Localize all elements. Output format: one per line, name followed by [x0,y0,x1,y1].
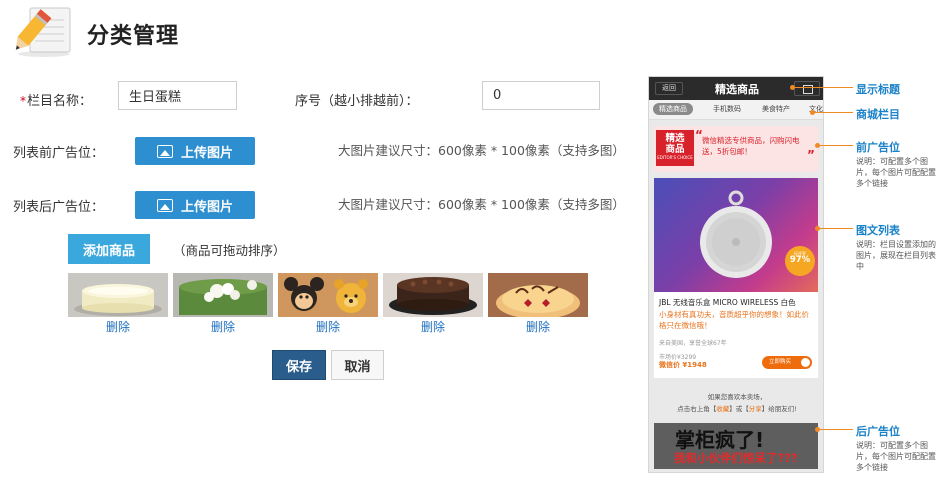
delete-product-link[interactable]: 删除 [383,318,483,335]
annotation-post-ad-desc: 说明：可配置多个图片，每个图片可配配置多个链接 [856,441,936,472]
product-thumbnail-cream-cake[interactable] [68,273,168,317]
annotation-mall-column: 商城栏目 [856,108,900,121]
product-description: 小身材有真功夫，音质超乎你的想象！如此价格只在微信哦！ [659,310,809,330]
product-title: JBL 无线音乐盒 MICRO WIRELESS 白色 [659,298,796,307]
preview-footer-line1: 如果您喜欢本卖场， [707,393,767,401]
rating-badge: 好评率 97% [785,246,815,276]
delete-product-link[interactable]: 删除 [278,318,378,335]
annotation-show-title: 显示标题 [856,83,900,96]
featured-badge-sub: EDITOR'S CHOICE [657,155,693,160]
featured-badge-line2: 商品 [665,144,685,155]
preview-product-card: 好评率 97% JBL 无线音乐盒 MICRO WIRELESS 白色 小身材有… [654,178,818,378]
post-ad-headline: 掌柜疯了! [675,428,765,452]
annotation-line [818,429,853,430]
preview-tab-digital: 手机数码 [713,105,741,113]
pre-ad-size-hint: 大图片建议尺寸：600像素 * 100像素（支持多图） [338,143,625,158]
preview-title-bar: 返回 精选商品 [649,77,823,100]
page-title: 分类管理 [87,24,180,49]
delete-product-link[interactable]: 删除 [173,318,273,335]
share-icon [794,81,820,96]
preview-footer-line2: 点击右上角【收藏】或【分享】给朋友们! [677,405,797,413]
preview-tab-food: 美食特产 [762,105,790,113]
annotation-list-desc: 说明：栏目设置添加的图片，展现在栏目列表中 [856,240,936,271]
pre-ad-label: 列表前广告位： [13,146,105,161]
upload-post-ad-label: 上传图片 [180,199,233,215]
upload-pre-ad-label: 上传图片 [180,145,233,161]
mobile-preview: 返回 精选商品 精选商品 手机数码 美食特产 文化 精选 商品 EDITOR'S… [648,76,824,473]
featured-badge: 精选 商品 EDITOR'S CHOICE [656,130,694,166]
preview-pre-ad-banner: 精选 商品 EDITOR'S CHOICE “ 微信精选专供商品，闪购闪电送，5… [654,126,818,172]
annotation-line [813,112,853,113]
preview-tab-featured: 精选商品 [653,103,693,115]
save-button[interactable]: 保存 [272,350,326,380]
product-photo: 好评率 97% [654,178,818,292]
close-quote-icon: ” [807,148,815,162]
post-ad-subline: 我和小伙伴们惊呆了??? [674,451,798,465]
preview-post-ad-banner: 掌柜疯了! 我和小伙伴们惊呆了??? [654,423,818,469]
buy-now-button: 立即购买 [762,356,812,369]
rating-value: 97% [789,255,811,265]
annotation-line [793,87,853,88]
upload-pre-ad-button[interactable]: 上传图片 [135,137,255,165]
wechat-price: 微信价 ¥1948 [659,361,707,369]
pencil-notepad-icon [10,6,72,58]
column-name-label-text: 栏目名称： [27,94,93,109]
delete-product-link[interactable]: 删除 [68,318,168,335]
featured-badge-line1: 精选 [665,133,685,144]
annotation-post-ad: 后广告位 [856,425,900,438]
cancel-button[interactable]: 取消 [331,350,384,380]
pre-ad-text: 微信精选专供商品，闪购闪电送，5折包邮！ [702,136,800,156]
order-input[interactable] [482,81,600,110]
product-origin: 来自美国，享誉全球67年 [659,340,727,347]
annotation-line [818,228,853,229]
product-thumbnail-birthday-lettering-cake[interactable] [488,273,588,317]
speaker-icon [700,190,772,278]
image-icon [156,144,173,158]
product-thumbnail-mickey-pooh-cake[interactable] [278,273,378,317]
order-label: 序号（越小排越前）： [295,94,419,109]
image-icon [156,198,173,212]
column-name-input[interactable] [118,81,237,110]
preview-tabs: 精选商品 手机数码 美食特产 文化 [649,100,823,120]
annotation-pre-ad-desc: 说明：可配置多个图片，每个图片可配配置多个链接 [856,157,936,188]
annotation-pre-ad: 前广告位 [856,141,900,154]
add-product-button[interactable]: 添加商品 [68,234,150,264]
post-ad-size-hint: 大图片建议尺寸：600像素 * 100像素（支持多图） [338,197,625,212]
sortable-hint: （商品可拖动排序） [173,243,286,258]
annotation-list: 图文列表 [856,224,900,237]
column-name-label: *栏目名称： [20,90,92,109]
product-thumbnail-matcha-cake[interactable] [173,273,273,317]
annotation-line [818,145,853,146]
required-mark: * [20,94,26,108]
delete-product-link[interactable]: 删除 [488,318,588,335]
upload-post-ad-button[interactable]: 上传图片 [135,191,255,219]
product-thumbnail-chocolate-cake[interactable] [383,273,483,317]
post-ad-label: 列表后广告位： [13,200,105,215]
